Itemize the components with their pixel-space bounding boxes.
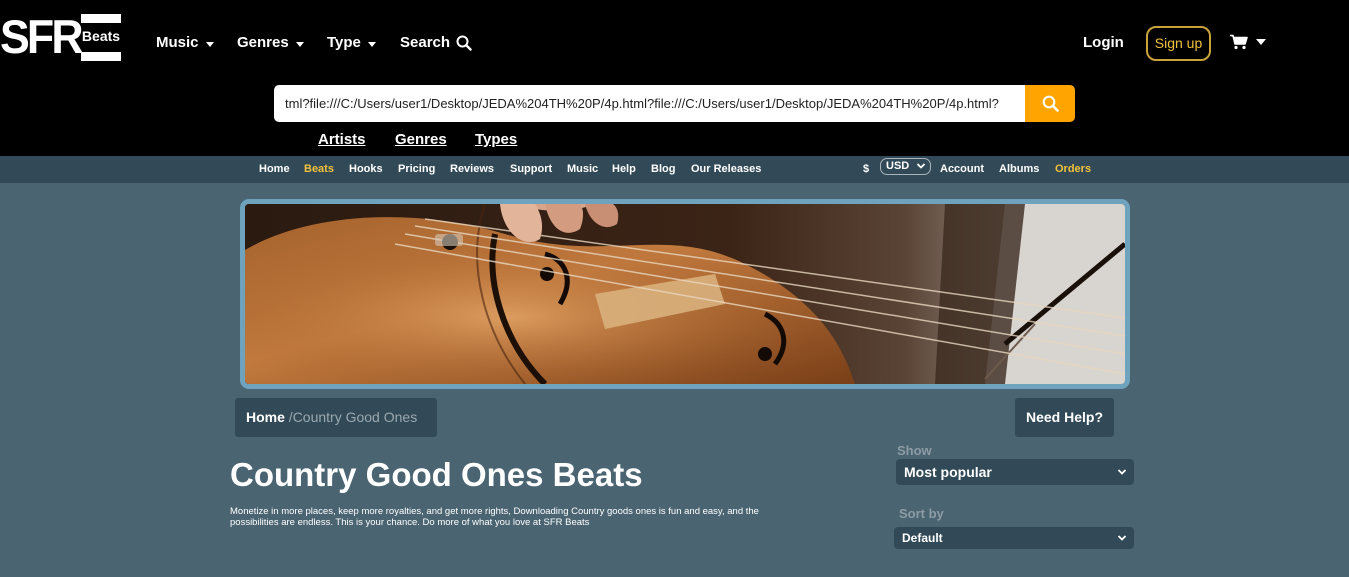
signup-button[interactable]: Sign up [1146,26,1211,61]
logo-bar-bottom [81,52,121,61]
quicklink-types[interactable]: Types [475,131,517,149]
subnav-account[interactable]: Account [940,162,984,176]
sort-label: Sort by [899,506,944,521]
cart-icon [1230,34,1248,50]
show-select[interactable]: Most popular [896,459,1134,485]
subnav-our-releases[interactable]: Our Releases [691,162,761,176]
hero-banner-image [240,199,1130,389]
quicklink-genres[interactable]: Genres [395,131,447,149]
logo-sub: Beats [81,28,121,44]
top-header: SFR Beats Music Genres Type Search Login… [0,0,1349,156]
caret-down-icon [367,41,376,47]
search-bar: tml?file:///C:/Users/user1/Desktop/JEDA%… [274,85,1075,122]
subnav-albums[interactable]: Albums [999,162,1039,176]
subnav-hooks[interactable]: Hooks [349,162,383,176]
caret-down-icon [1256,39,1266,45]
subnav-help[interactable]: Help [612,162,636,176]
subnav-pricing[interactable]: Pricing [398,162,435,176]
search-icon [456,35,472,51]
nav-type-label: Type [327,34,361,51]
chevron-down-icon [1117,535,1127,541]
logo-badge: Beats [81,14,121,61]
nav-search-label: Search [400,34,451,51]
currency-symbol: $ [863,163,870,175]
nav-genres[interactable]: Genres [237,34,304,52]
need-help-button[interactable]: Need Help? [1015,398,1114,437]
breadcrumb: Home /Country Good Ones [235,398,437,437]
login-link[interactable]: Login [1083,34,1124,52]
caret-down-icon [205,41,214,47]
chevron-down-icon [916,163,926,169]
logo-wordmark: SFR [0,10,84,63]
quicklink-artists[interactable]: Artists [318,131,366,149]
caret-down-icon [295,41,304,47]
page-title: Country Good Ones Beats [230,456,643,493]
nav-search[interactable]: Search [400,34,472,52]
subnav-support[interactable]: Support [510,162,552,176]
search-input[interactable]: tml?file:///C:/Users/user1/Desktop/JEDA%… [274,85,1026,122]
page-description: Monetize in more places, keep more royal… [230,506,759,528]
search-icon [1042,95,1059,112]
sort-select-value: Default [902,531,943,545]
subnav-blog[interactable]: Blog [651,162,675,176]
subnav-home[interactable]: Home [259,162,290,176]
nav-music[interactable]: Music [156,34,214,52]
subnav-beats[interactable]: Beats [304,162,334,176]
secondary-nav: Home Beats Hooks Pricing Reviews Support… [0,156,1349,183]
logo-bar-top [81,14,121,23]
sort-select[interactable]: Default [894,527,1134,549]
nav-genres-label: Genres [237,34,289,51]
breadcrumb-current: Country Good Ones [292,409,418,425]
cello-banner-illustration [245,204,1125,384]
cart-menu[interactable] [1230,34,1266,50]
subnav-reviews[interactable]: Reviews [450,162,494,176]
search-button[interactable] [1025,85,1075,122]
site-logo[interactable]: SFR Beats [0,10,122,63]
currency-select[interactable]: USD [880,158,931,175]
currency-value: USD [886,160,910,172]
nav-music-label: Music [156,34,199,51]
show-label: Show [897,443,932,458]
subnav-music[interactable]: Music [567,162,598,176]
nav-type[interactable]: Type [327,34,376,52]
breadcrumb-home[interactable]: Home [246,409,285,425]
chevron-down-icon [1117,469,1127,475]
subnav-orders[interactable]: Orders [1055,162,1091,176]
show-select-value: Most popular [904,464,992,480]
